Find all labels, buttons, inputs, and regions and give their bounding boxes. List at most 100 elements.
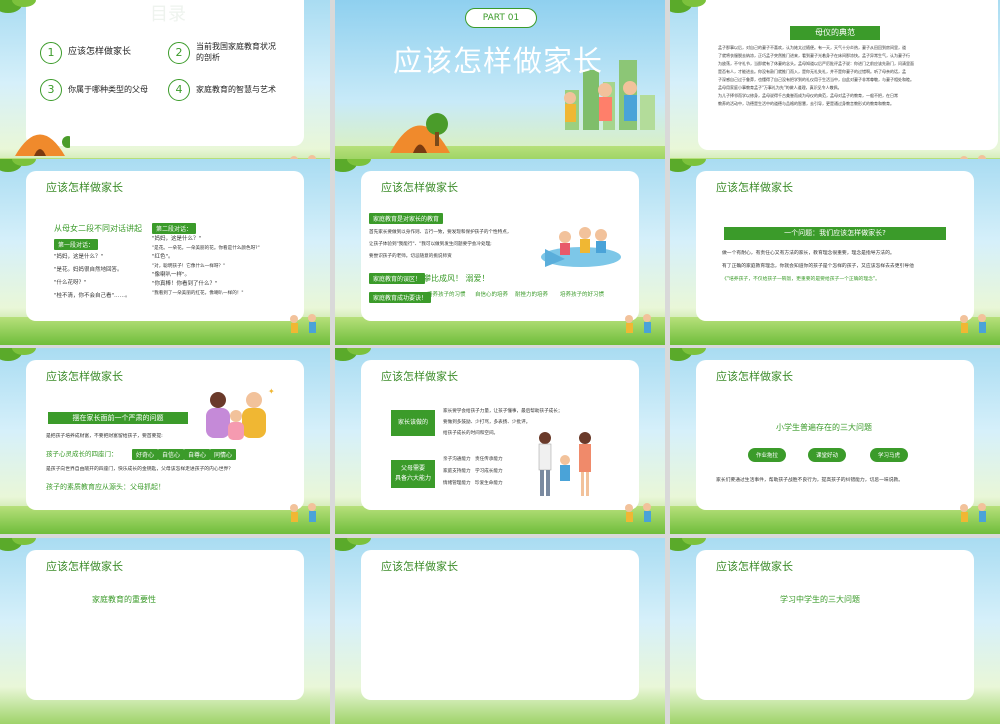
problem-pill-2: 课堂好动 <box>808 448 847 462</box>
toc-num-2: 2 <box>168 42 190 64</box>
grass <box>335 317 665 345</box>
abilities-tag: 父母需要 具备六大能力 <box>391 460 435 488</box>
dialogue-line: "我看到了一朵美丽的红花，像喇叭一样的！" <box>152 291 244 296</box>
dialogue-line: "是花。妈妈很自然地回答。 <box>54 267 123 273</box>
slide-4-dialogue[interactable]: 应该怎样做家长 从母女二段不同对话讲起 第一段对话： "妈妈，这是什么？" "是… <box>0 159 330 345</box>
toc-item-2-line2[interactable]: 的剖析 <box>196 52 220 63</box>
success-key-3: 耐挫力的培养 <box>515 292 549 298</box>
dialogue-1: "妈妈，这是什么？" "是花。妈妈很自然地回答。 "什么花呀？" "桂不清，你不… <box>54 251 131 303</box>
slide-8-abilities[interactable]: 应该怎样做家长 家长该做的 家长要学会给孩子力量，让孩子懂事，最后帮助孩子成长；… <box>335 348 665 534</box>
story-line: 孟母用家庭小事教育孟子"万事礼为先"的做人道理，真识见令人敬佩。 <box>718 85 842 90</box>
slide-header: 应该怎样做家长 <box>716 370 793 383</box>
leaf-icon <box>670 348 706 361</box>
slide-header: 应该怎样做家长 <box>46 370 123 383</box>
family-standing-illustration <box>538 432 591 496</box>
leaf-icon <box>0 348 36 361</box>
issue-line-2: 是孩子向世界自由敞开的四座门，快乐成长的金钥匙，父母该怎样走进孩子的内心世界？ <box>46 467 234 472</box>
dialogue-line: "像喇叭一样"。 <box>152 272 191 278</box>
body-line: 《"培养孩子，不仅给孩子一碗饭，更重要的是要给孩子一个正确的理念"。 <box>722 277 880 282</box>
abilities-tag-line2: 具备六大能力 <box>394 475 431 482</box>
parents-reading-illustration: ✦ <box>206 387 275 440</box>
body-line: 做一个有耐心，有责任心又有方法的家长，教育理念很重要，理念是指导方法的。 <box>722 251 895 256</box>
slide-header: 应该怎样做家长 <box>46 181 123 194</box>
running-kids-illustration <box>960 314 986 333</box>
leaf-icon <box>0 538 36 551</box>
ability: 责任传承能力 <box>474 457 503 462</box>
ability-row: 亲子沟通能力 责任传承能力 <box>443 454 503 466</box>
problems-title: 小学生普遍存在的三大问题 <box>776 423 872 432</box>
slide-header: 应该怎样做家长 <box>46 560 123 573</box>
body-line: 有了正确的家庭教育理念，你就会知道你的孩子是个怎样的孩子，又应该怎样去去更引导他 <box>722 264 914 269</box>
toc-item-2[interactable]: 当前我国家庭教育状况 <box>196 41 276 52</box>
slide-header: 应该怎样做家长 <box>381 560 458 573</box>
door-4: 同情心 <box>210 449 237 460</box>
leaf-icon <box>335 159 371 172</box>
doors-label: 孩子心灵成长的四座门： <box>46 450 118 458</box>
tent-illustration <box>15 134 70 156</box>
slide-5-family-education[interactable]: 应该怎样做家长 家庭教育是对家长的教育 首先家长要做到以身作则、言行一致，要发现… <box>335 159 665 345</box>
ability: 情绪管理能力 <box>443 481 471 486</box>
slide-9-three-problems[interactable]: 应该怎样做家长 小学生普遍存在的三大问题 作业拖拉 课堂好动 学习马虎 家长们要… <box>670 348 1000 534</box>
slide-11[interactable]: 应该怎样做家长 <box>335 538 665 724</box>
story-line: 孟子那事以后，对自己的妻子不喜欢，认为她太过随便。有一天，天气十分炎热，妻子从田… <box>718 45 906 50</box>
svg-text:✦: ✦ <box>268 387 275 396</box>
dialogue-tag-1: 第一段对话： <box>54 239 99 250</box>
leaf-icon <box>0 0 36 13</box>
slide-7-serious-issue[interactable]: 应该怎样做家长 摆在家长面前一个严肃的问题 是把孩子培养成财富，不要把财富留给孩… <box>0 348 330 534</box>
part-badge: PART 01 <box>465 8 537 28</box>
issue-banner: 摆在家长面前一个严肃的问题 <box>48 412 188 424</box>
toc-num-1: 1 <box>40 42 62 64</box>
door-2: 自信心 <box>158 449 185 460</box>
section-title: 应该怎样做家长 <box>393 44 604 78</box>
leaf-icon <box>335 538 371 551</box>
leaf-icon <box>670 538 706 551</box>
abilities-list: 亲子沟通能力 责任传承能力 家庭支持能力 学习成长能力 情绪管理能力 珍爱生命能… <box>443 454 503 490</box>
dialogue-2: "妈妈，这是什么？" "是花。一朵花。一朵美丽的花。你看是什么颜色呀?" "红色… <box>152 235 260 298</box>
story-title: 母仪的典范 <box>790 26 880 40</box>
running-kids-illustration <box>625 314 651 333</box>
slide-12[interactable]: 应该怎样做家长 学习中学生的三大问题 <box>670 538 1000 724</box>
slide-header: 应该怎样做家长 <box>381 181 458 194</box>
family-running-illustration <box>564 81 637 122</box>
issue-slogan: 孩子的素质教育应从源头：父母抓起！ <box>46 483 165 491</box>
toc-num-3: 3 <box>40 79 62 101</box>
topic-body: 首先家长要做到以身作则、言行一致，要发现和保护孩子的个性特点， 让孩子体验到"我… <box>369 227 511 263</box>
ability: 家庭支持能力 <box>443 469 471 474</box>
ability-row: 家庭支持能力 学习成长能力 <box>443 466 503 478</box>
success-key-2: 自信心的培养 <box>475 292 509 298</box>
success-tag: 家庭教育成功要诀！ <box>369 292 432 303</box>
slide-10[interactable]: 应该怎样做家长 家庭教育的重要性 <box>0 538 330 724</box>
toc-item-4[interactable]: 家庭教育的智慧与艺术 <box>196 84 276 95</box>
ability: 珍爱生命能力 <box>474 481 503 486</box>
dialogue-line: "什么花呀？" <box>54 280 87 286</box>
slide-6-question[interactable]: 应该怎样做家长 一个问题：我们应该怎样做家长? 做一个有耐心，有责任心又有方法的… <box>670 159 1000 345</box>
grass <box>0 317 330 345</box>
grass <box>670 506 1000 534</box>
slide-header: 应该怎样做家长 <box>716 560 793 573</box>
tree-icon <box>426 113 448 146</box>
body-line: 要尝识孩子的老师。切忌随意的挑说师资 <box>369 254 452 259</box>
answer-body: 做一个有耐心，有责任心又有方法的家长，教育理念很重要，理念是指导方法的。 有了正… <box>722 247 914 286</box>
dialogue-tag-2: 第二段对话： <box>152 223 197 234</box>
ability: 学习成长能力 <box>474 469 503 474</box>
toc-item-3[interactable]: 你属于哪种类型的父母 <box>68 84 148 95</box>
dialogue-subtitle: 从母女二段不同对话讲起 <box>54 224 142 233</box>
story-line: 子深感自己过于鲁莽，也懂得了自己没有把学到的礼仪用于生活当中，自此对妻子非常尊敬… <box>718 77 914 82</box>
leaf-icon <box>670 0 706 13</box>
grass <box>670 317 1000 345</box>
toc-num-4: 4 <box>168 79 190 101</box>
leaf-icon <box>670 159 706 172</box>
story-line: 教养的活动中，功德是生活中的道德与品格的智慧，去引导，更是通过身教言教形式的教育… <box>718 101 894 106</box>
dialogue-line: "妈妈，这是什么？" <box>54 254 104 260</box>
toc-item-1[interactable]: 应该怎样做家长 <box>68 47 131 58</box>
body-line: 让孩子体验到"我能行"、"我可以做到发生问题要学会冷处理; <box>369 242 492 247</box>
story-line: 是否有人，才能进去。你没有敲门就推门而入，是你无礼失礼，并不是你妻子的过错啊。听… <box>718 69 906 74</box>
dialogue-line: "是花。一朵花。一朵美丽的花。你看是什么颜色呀?" <box>152 246 260 251</box>
leaf-icon <box>335 348 371 361</box>
mistake-slogan: 攀比成风！ 溺爱！ <box>423 274 490 283</box>
topic-tag: 家庭教育是对家长的教育 <box>369 213 444 224</box>
leaf-icon <box>0 159 36 172</box>
running-kids-illustration <box>290 503 316 522</box>
success-key-1: 培养孩子的习惯 <box>427 292 466 298</box>
door-3: 自尊心 <box>184 449 211 460</box>
